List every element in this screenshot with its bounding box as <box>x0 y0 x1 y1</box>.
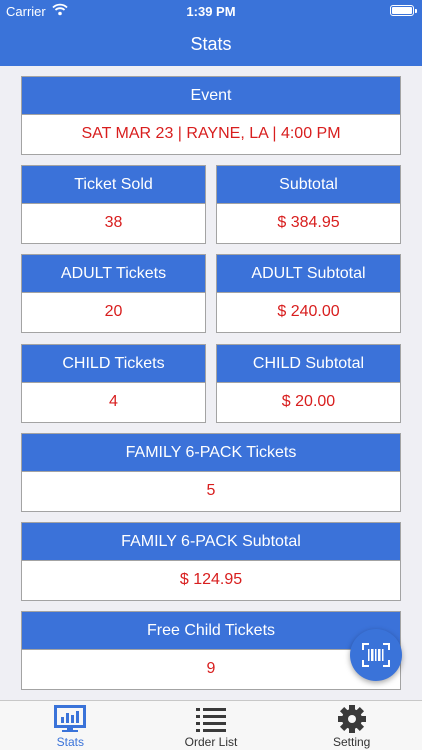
page-title: Stats <box>190 33 232 54</box>
subtotal-card: Subtotal $ 384.95 <box>216 165 401 244</box>
gear-icon <box>337 705 366 733</box>
tab-stats[interactable]: Stats <box>0 701 141 750</box>
family-tickets-value: 5 <box>206 482 216 499</box>
list-icon <box>196 708 226 732</box>
ticket-sold-card: Ticket Sold 38 <box>21 165 206 244</box>
tab-order-list-label: Order List <box>184 735 238 749</box>
clock: 1:39 PM <box>186 4 236 19</box>
adult-subtotal-label: ADULT Subtotal <box>217 255 400 293</box>
tab-setting[interactable]: Setting <box>281 701 422 750</box>
adult-tickets-value: 20 <box>104 303 123 320</box>
tab-order-list[interactable]: Order List <box>141 701 282 750</box>
tab-stats-label: Stats <box>56 735 85 749</box>
stats-icon <box>54 705 87 732</box>
adult-subtotal-card: ADULT Subtotal $ 240.00 <box>216 254 401 333</box>
barcode-scan-icon <box>362 643 390 667</box>
child-subtotal-card: CHILD Subtotal $ 20.00 <box>216 344 401 423</box>
ticket-sold-label: Ticket Sold <box>22 166 205 204</box>
family-subtotal-value: $ 124.95 <box>179 571 243 588</box>
subtotal-label: Subtotal <box>217 166 400 204</box>
family-subtotal-card: FAMILY 6-PACK Subtotal $ 124.95 <box>21 522 401 601</box>
scan-button[interactable] <box>350 629 402 681</box>
status-bar: Carrier 1:39 PM <box>0 0 422 22</box>
battery-icon <box>390 5 417 16</box>
child-tickets-label: CHILD Tickets <box>22 345 205 383</box>
family-tickets-label: FAMILY 6-PACK Tickets <box>22 434 400 472</box>
adult-tickets-label: ADULT Tickets <box>22 255 205 293</box>
tab-setting-label: Setting <box>333 735 371 749</box>
free-child-tickets-card: Free Child Tickets 9 <box>21 611 401 690</box>
event-label: Event <box>22 77 400 115</box>
family-subtotal-label: FAMILY 6-PACK Subtotal <box>22 523 400 561</box>
event-card: Event SAT MAR 23 | RAYNE, LA | 4:00 PM <box>21 76 401 155</box>
child-subtotal-value: $ 20.00 <box>281 393 336 410</box>
subtotal-value: $ 384.95 <box>277 214 340 231</box>
tab-bar: Stats Order List Setting <box>0 700 422 750</box>
adult-subtotal-value: $ 240.00 <box>277 303 340 320</box>
event-value: SAT MAR 23 | RAYNE, LA | 4:00 PM <box>81 125 341 142</box>
adult-tickets-card: ADULT Tickets 20 <box>21 254 206 333</box>
free-child-tickets-value: 9 <box>206 660 216 677</box>
nav-bar: Stats <box>0 22 422 66</box>
child-tickets-card: CHILD Tickets 4 <box>21 344 206 423</box>
free-child-tickets-label: Free Child Tickets <box>22 612 400 650</box>
child-subtotal-label: CHILD Subtotal <box>217 345 400 383</box>
child-tickets-value: 4 <box>109 393 118 410</box>
ticket-sold-value: 38 <box>104 214 123 231</box>
family-tickets-card: FAMILY 6-PACK Tickets 5 <box>21 433 401 512</box>
